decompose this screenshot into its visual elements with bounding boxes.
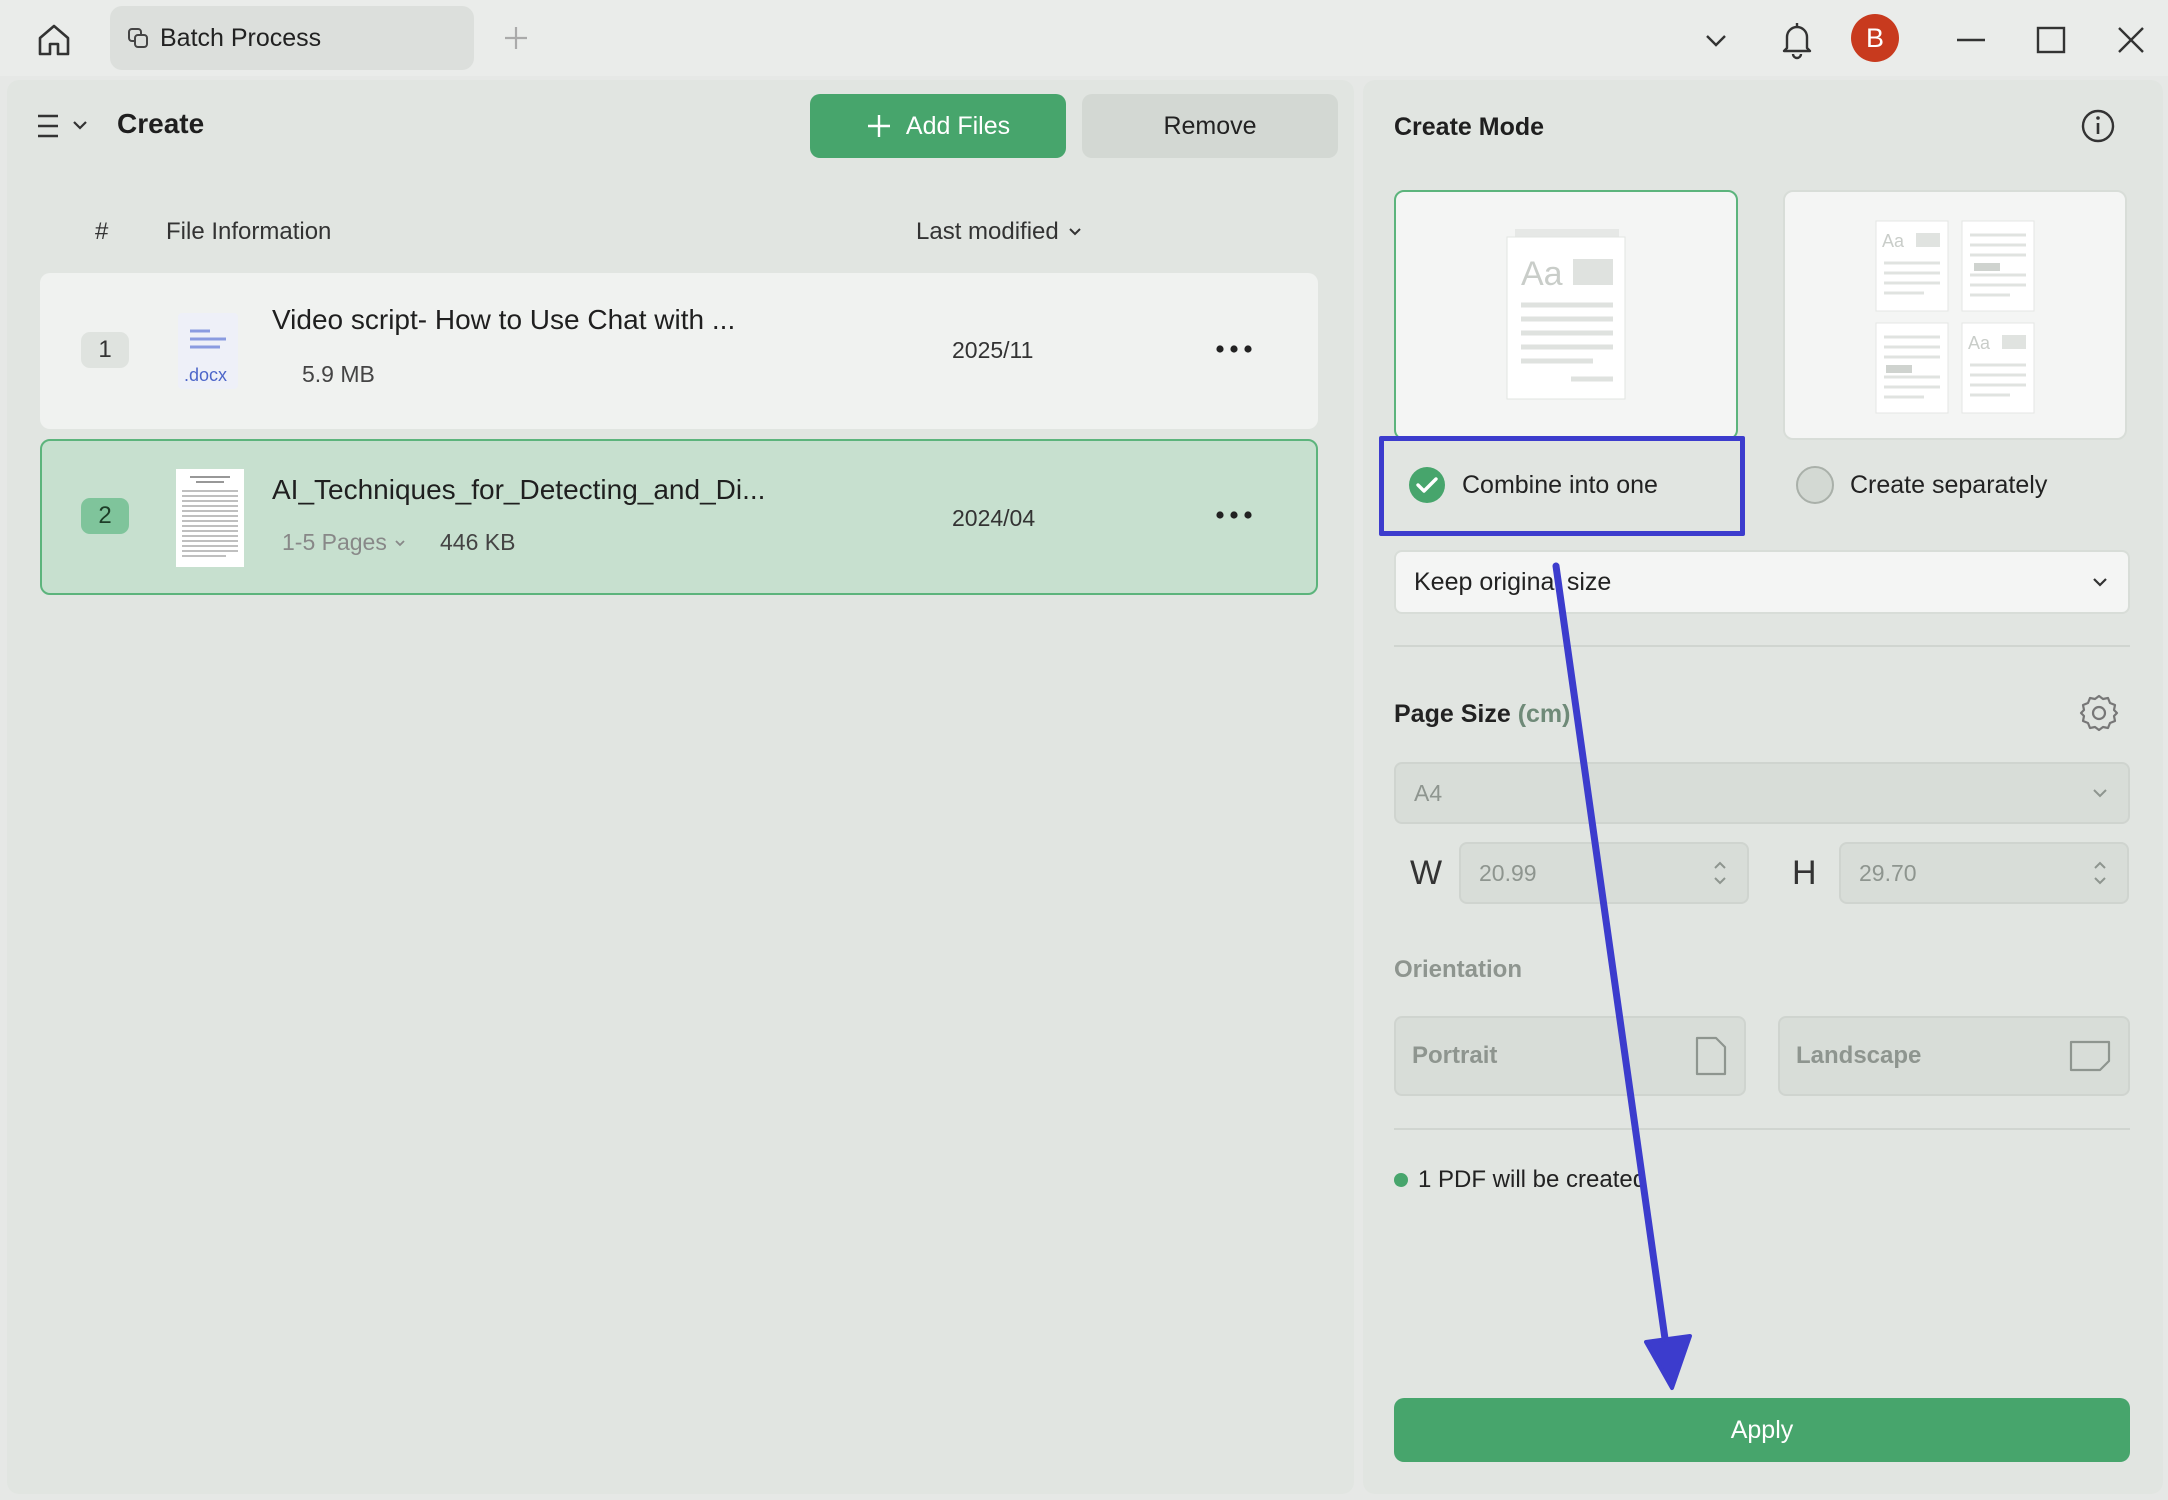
plus-icon bbox=[867, 115, 890, 137]
copy-icon bbox=[126, 26, 150, 50]
landscape-label: Landscape bbox=[1796, 1042, 1922, 1069]
status-dot-icon bbox=[1394, 1173, 1408, 1187]
page-range-label: 1-5 Pages bbox=[282, 529, 387, 555]
height-label: H bbox=[1792, 854, 1817, 892]
add-files-button[interactable]: Add Files bbox=[810, 94, 1066, 158]
stepper-icon[interactable] bbox=[1711, 857, 1729, 889]
svg-text:Aa: Aa bbox=[1882, 231, 1905, 251]
width-value: 20.99 bbox=[1479, 859, 1537, 886]
height-value: 29.70 bbox=[1859, 859, 1917, 886]
new-tab-button[interactable] bbox=[494, 16, 538, 60]
close-icon[interactable] bbox=[2105, 14, 2157, 66]
pdf-count-note: 1 PDF will be created bbox=[1394, 1166, 1646, 1194]
width-input[interactable]: 20.99 bbox=[1459, 842, 1749, 904]
column-header-last-modified[interactable]: Last modified bbox=[916, 218, 1083, 246]
chevron-down-icon bbox=[2093, 789, 2107, 798]
more-options-icon[interactable] bbox=[1210, 329, 1258, 369]
annotation-highlight-box bbox=[1379, 436, 1745, 536]
width-label: W bbox=[1410, 854, 1443, 892]
page-size-label: Page Size bbox=[1394, 700, 1511, 728]
more-options-icon[interactable] bbox=[1210, 495, 1258, 535]
landscape-button[interactable]: Landscape bbox=[1778, 1016, 2130, 1096]
create-separately-card[interactable]: Aa Aa bbox=[1783, 190, 2127, 440]
stepper-icon[interactable] bbox=[2091, 857, 2109, 889]
page-size-title: Page Size (cm) bbox=[1394, 700, 1570, 729]
avatar[interactable]: B bbox=[1851, 14, 1899, 62]
paper-size-select[interactable]: A4 bbox=[1394, 762, 2130, 824]
divider bbox=[1394, 1128, 2130, 1130]
file-size: 5.9 MB bbox=[302, 361, 375, 387]
radio-circle-icon bbox=[1796, 466, 1834, 504]
portrait-button[interactable]: Portrait bbox=[1394, 1016, 1746, 1096]
file-modified: 2025/11 bbox=[952, 337, 1034, 363]
create-separately-label: Create separately bbox=[1850, 470, 2048, 499]
height-input[interactable]: 29.70 bbox=[1839, 842, 2129, 904]
chevron-down-icon bbox=[2093, 578, 2107, 587]
last-modified-label: Last modified bbox=[916, 218, 1059, 245]
file-extension: .docx bbox=[184, 365, 228, 385]
create-separately-radio[interactable]: Create separately bbox=[1796, 466, 2047, 504]
orientation-title: Orientation bbox=[1394, 956, 1523, 983]
tab-label: Batch Process bbox=[160, 23, 322, 52]
file-size: 446 KB bbox=[440, 529, 516, 555]
maximize-icon[interactable] bbox=[2025, 14, 2077, 66]
page-range-dropdown[interactable]: 1-5 Pages bbox=[282, 529, 407, 556]
single-document-illustration: Aa bbox=[1506, 229, 1626, 400]
row-number: 1 bbox=[81, 332, 129, 368]
file-name: AI_Techniques_for_Detecting_and_Di... bbox=[272, 474, 766, 505]
remove-button[interactable]: Remove bbox=[1082, 94, 1338, 158]
column-header-number: # bbox=[95, 218, 109, 245]
page-title: Create bbox=[117, 108, 205, 139]
table-row[interactable]: 1 .docx Video script- How to Use Chat wi… bbox=[40, 273, 1318, 429]
tab-batch-process[interactable]: Batch Process bbox=[110, 6, 474, 70]
multiple-documents-illustration: Aa Aa bbox=[1875, 220, 2035, 414]
paper-size-value: A4 bbox=[1414, 779, 1443, 806]
info-icon[interactable] bbox=[2078, 106, 2118, 146]
bell-icon[interactable] bbox=[1771, 14, 1823, 66]
table-row[interactable]: 2 AI_Techniques_for_Detecting_and_Di... … bbox=[40, 439, 1318, 595]
chevron-down-icon[interactable] bbox=[1690, 14, 1742, 66]
file-modified: 2024/04 bbox=[952, 505, 1036, 531]
column-header-file-information: File Information bbox=[166, 218, 332, 245]
page-size-unit: (cm) bbox=[1517, 700, 1571, 728]
divider bbox=[1394, 645, 2130, 647]
gear-icon[interactable] bbox=[2078, 692, 2120, 734]
svg-text:Aa: Aa bbox=[1521, 255, 1563, 293]
chevron-down-icon bbox=[395, 539, 405, 546]
sort-chevron-icon bbox=[1069, 228, 1081, 236]
svg-text:Aa: Aa bbox=[1968, 333, 1991, 353]
row-number: 2 bbox=[81, 498, 129, 534]
size-option-select[interactable]: Keep original size bbox=[1394, 550, 2130, 614]
minimize-icon[interactable] bbox=[1945, 14, 1997, 66]
pdf-count-text: 1 PDF will be created bbox=[1418, 1166, 1647, 1193]
apply-button[interactable]: Apply bbox=[1394, 1398, 2130, 1462]
size-option-value: Keep original size bbox=[1414, 567, 1612, 596]
add-files-label: Add Files bbox=[905, 111, 1011, 140]
portrait-label: Portrait bbox=[1412, 1042, 1498, 1069]
home-icon[interactable] bbox=[28, 14, 80, 66]
combine-into-one-card[interactable]: Aa bbox=[1394, 190, 1738, 440]
pdf-thumbnail bbox=[176, 469, 244, 567]
menu-button[interactable] bbox=[34, 108, 94, 144]
create-mode-title: Create Mode bbox=[1394, 113, 1545, 141]
landscape-page-icon bbox=[2069, 1040, 2111, 1072]
file-name: Video script- How to Use Chat with ... bbox=[272, 304, 736, 335]
portrait-page-icon bbox=[1695, 1036, 1727, 1076]
docx-file-icon: .docx bbox=[176, 311, 240, 391]
